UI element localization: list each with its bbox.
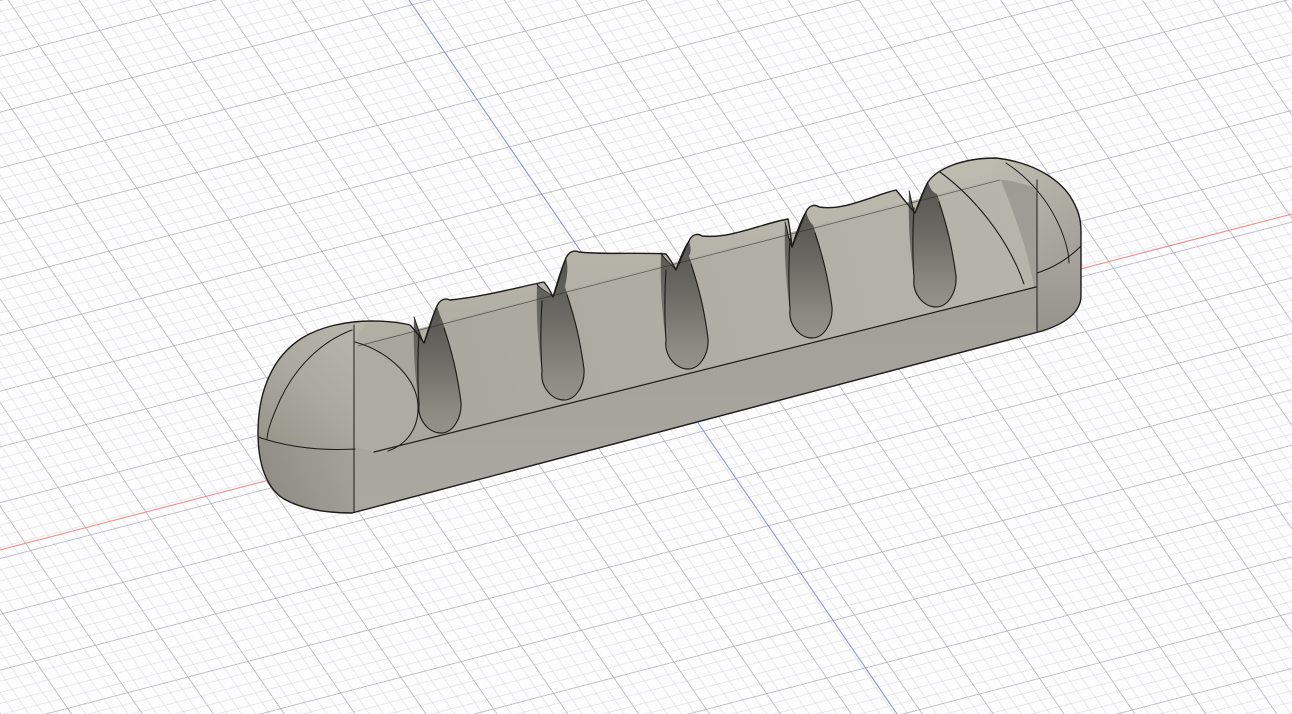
left-cap-dome[interactable] [258, 321, 372, 449]
cad-viewport[interactable] [0, 0, 1292, 714]
model-cable-organizer[interactable] [258, 158, 1081, 513]
scene-svg [0, 0, 1292, 714]
